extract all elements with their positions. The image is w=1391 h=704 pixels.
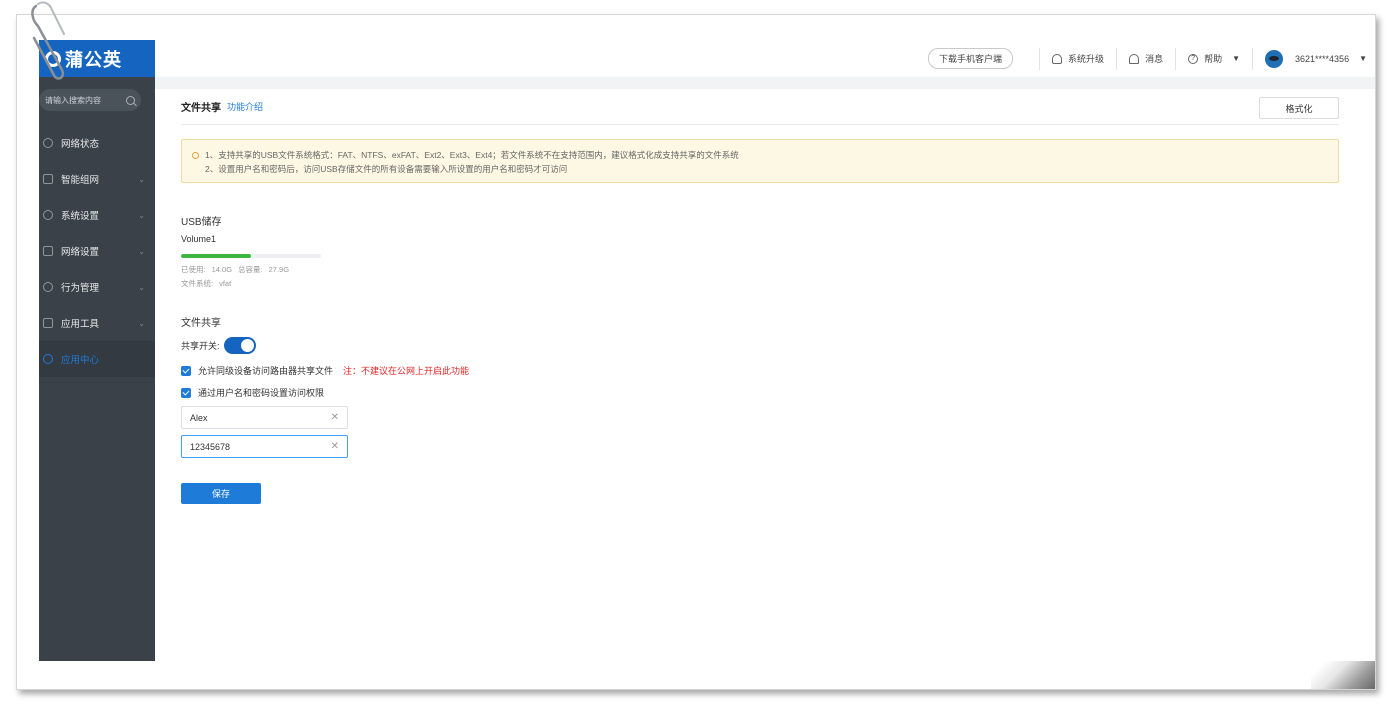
username-input[interactable] [190,412,331,423]
help-menu[interactable]: ? 帮助 ▼ [1188,52,1240,65]
upgrade-icon [1052,53,1063,64]
usb-section-title: USB储存 [181,217,222,228]
allow-peer-access-row: 允许同级设备访问路由器共享文件 注：不建议在公网上开启此功能 [181,364,469,377]
toolbox-icon [43,318,53,328]
header-divider [1116,47,1118,70]
header-divider [1039,47,1041,70]
caret-down-icon: ▼ [1359,54,1367,63]
format-button[interactable]: 格式化 [1259,97,1339,119]
gear-icon [43,210,53,220]
filesystem-label: 文件系统: [181,279,214,288]
network-status-icon [43,138,53,148]
save-button[interactable]: 保存 [181,483,261,504]
smart-networking-icon [43,174,53,184]
notice-text-1: 1、支持共享的USB文件系统格式：FAT、NTFS、exFAT、Ext2、Ext… [205,150,739,160]
sidebar-item-label: 网络状态 [61,139,100,150]
chevron-down-icon: ⌄ [138,210,145,220]
sidebar-item-app-tools[interactable]: 应用工具 ⌄ [39,305,155,341]
sidebar-item-network-status[interactable]: 网络状态 [39,125,155,161]
sharing-section-title: 文件共享 [181,318,221,329]
password-field[interactable]: ✕ [181,435,348,458]
public-network-warning: 注：不建议在公网上开启此功能 [343,366,470,376]
username-field[interactable]: ✕ [181,406,348,429]
messages-label: 消息 [1145,54,1164,64]
sidebar-item-app-center[interactable]: 应用中心 [39,341,155,377]
chevron-down-icon: ⌄ [138,246,145,256]
sidebar-item-label: 系统设置 [61,211,100,222]
bell-icon [1129,53,1140,64]
password-input[interactable] [190,441,331,452]
sidebar-item-label: 行为管理 [61,283,100,294]
screenshot-frame: 蒲公英 网络状态 智能组网 ⌄ 系统设置 ⌄ 网络设置 ⌄ 行为管理 ⌄ 应用工… [16,14,1376,690]
caret-down-icon: ▼ [1232,54,1241,63]
share-switch-label: 共享开关: [181,341,220,351]
download-app-button[interactable]: 下载手机客户端 [928,48,1014,69]
auth-access-label: 通过用户名和密码设置访问权限 [198,388,325,398]
avatar [1265,49,1284,68]
allow-peer-access-label: 允许同级设备访问路由器共享文件 [198,366,334,376]
sidebar-item-smart-networking[interactable]: 智能组网 ⌄ [39,161,155,197]
sidebar-item-network-settings[interactable]: 网络设置 ⌄ [39,233,155,269]
header-divider [1252,47,1254,70]
search-icon[interactable] [126,95,135,105]
help-icon: ? [1188,53,1199,64]
usage-info: 已使用: 14.0G 总容量: 27.9G [181,264,289,275]
header-divider [1175,47,1177,70]
sidebar-item-label: 智能组网 [61,175,100,186]
used-label: 已使用: [181,265,206,274]
logo-text: 蒲公英 [65,49,122,70]
system-upgrade-button[interactable]: 系统升级 [1052,52,1104,65]
chevron-down-icon: ⌄ [138,318,145,328]
top-header: 下载手机客户端 系统升级 消息 ? 帮助 ▼ 3621****4356 ▼ [155,40,1375,77]
sidebar-item-behavior-management[interactable]: 行为管理 ⌄ [39,269,155,305]
share-toggle-switch[interactable] [223,337,256,354]
volume-name: Volume1 [181,234,217,244]
content-gutter [155,77,1375,89]
auth-access-row: 通过用户名和密码设置访问权限 [181,386,324,399]
main-content: 文件共享 功能介绍 格式化 1、支持共享的USB文件系统格式：FAT、NTFS、… [169,89,1375,661]
usage-progress-fill [181,254,252,258]
notice-line-1: 1、支持共享的USB文件系统格式：FAT、NTFS、exFAT、Ext2、Ext… [192,148,1338,162]
network-settings-icon [43,246,53,256]
feature-intro-link[interactable]: 功能介绍 [227,100,263,113]
sidebar-item-system-settings[interactable]: 系统设置 ⌄ [39,197,155,233]
chevron-down-icon: ⌄ [138,174,145,184]
search-input[interactable] [45,95,126,105]
filesystem-value: vfat [219,279,232,288]
sidebar-item-label: 网络设置 [61,247,100,258]
notice-box: 1、支持共享的USB文件系统格式：FAT、NTFS、exFAT、Ext2、Ext… [181,139,1339,183]
app-center-icon [43,354,53,364]
help-label: 帮助 [1204,54,1223,64]
account-label: 3621****4356 [1295,53,1350,64]
behavior-icon [43,282,53,292]
sidebar-search[interactable] [39,89,141,111]
notice-line-2: 2、设置用户名和密码后，访问USB存储文件的所有设备需要输入所设置的用户名和密码… [205,164,568,174]
allow-peer-access-checkbox[interactable] [181,365,191,376]
clear-icon[interactable]: ✕ [331,441,339,452]
used-value: 14.0G [211,265,233,274]
filesystem-info: 文件系统: vfat [181,278,231,289]
messages-button[interactable]: 消息 [1129,52,1163,65]
total-label: 总容量: [238,265,263,274]
total-value: 27.9G [268,265,290,274]
clear-icon[interactable]: ✕ [331,412,339,423]
share-switch-row: 共享开关: [181,337,256,354]
page-title-row: 文件共享 功能介绍 格式化 [181,89,1339,125]
paperclip-decoration [31,1,65,80]
warning-icon [192,152,199,160]
page-title: 文件共享 [181,103,221,114]
sidebar-item-label: 应用工具 [61,319,100,330]
chevron-down-icon: ⌄ [138,282,145,292]
auth-access-checkbox[interactable] [181,387,191,398]
account-menu[interactable]: 3621****4356 ▼ [1265,49,1367,68]
usage-progress-bar [181,254,321,258]
system-upgrade-label: 系统升级 [1068,54,1105,64]
sidebar-item-label: 应用中心 [61,355,100,366]
